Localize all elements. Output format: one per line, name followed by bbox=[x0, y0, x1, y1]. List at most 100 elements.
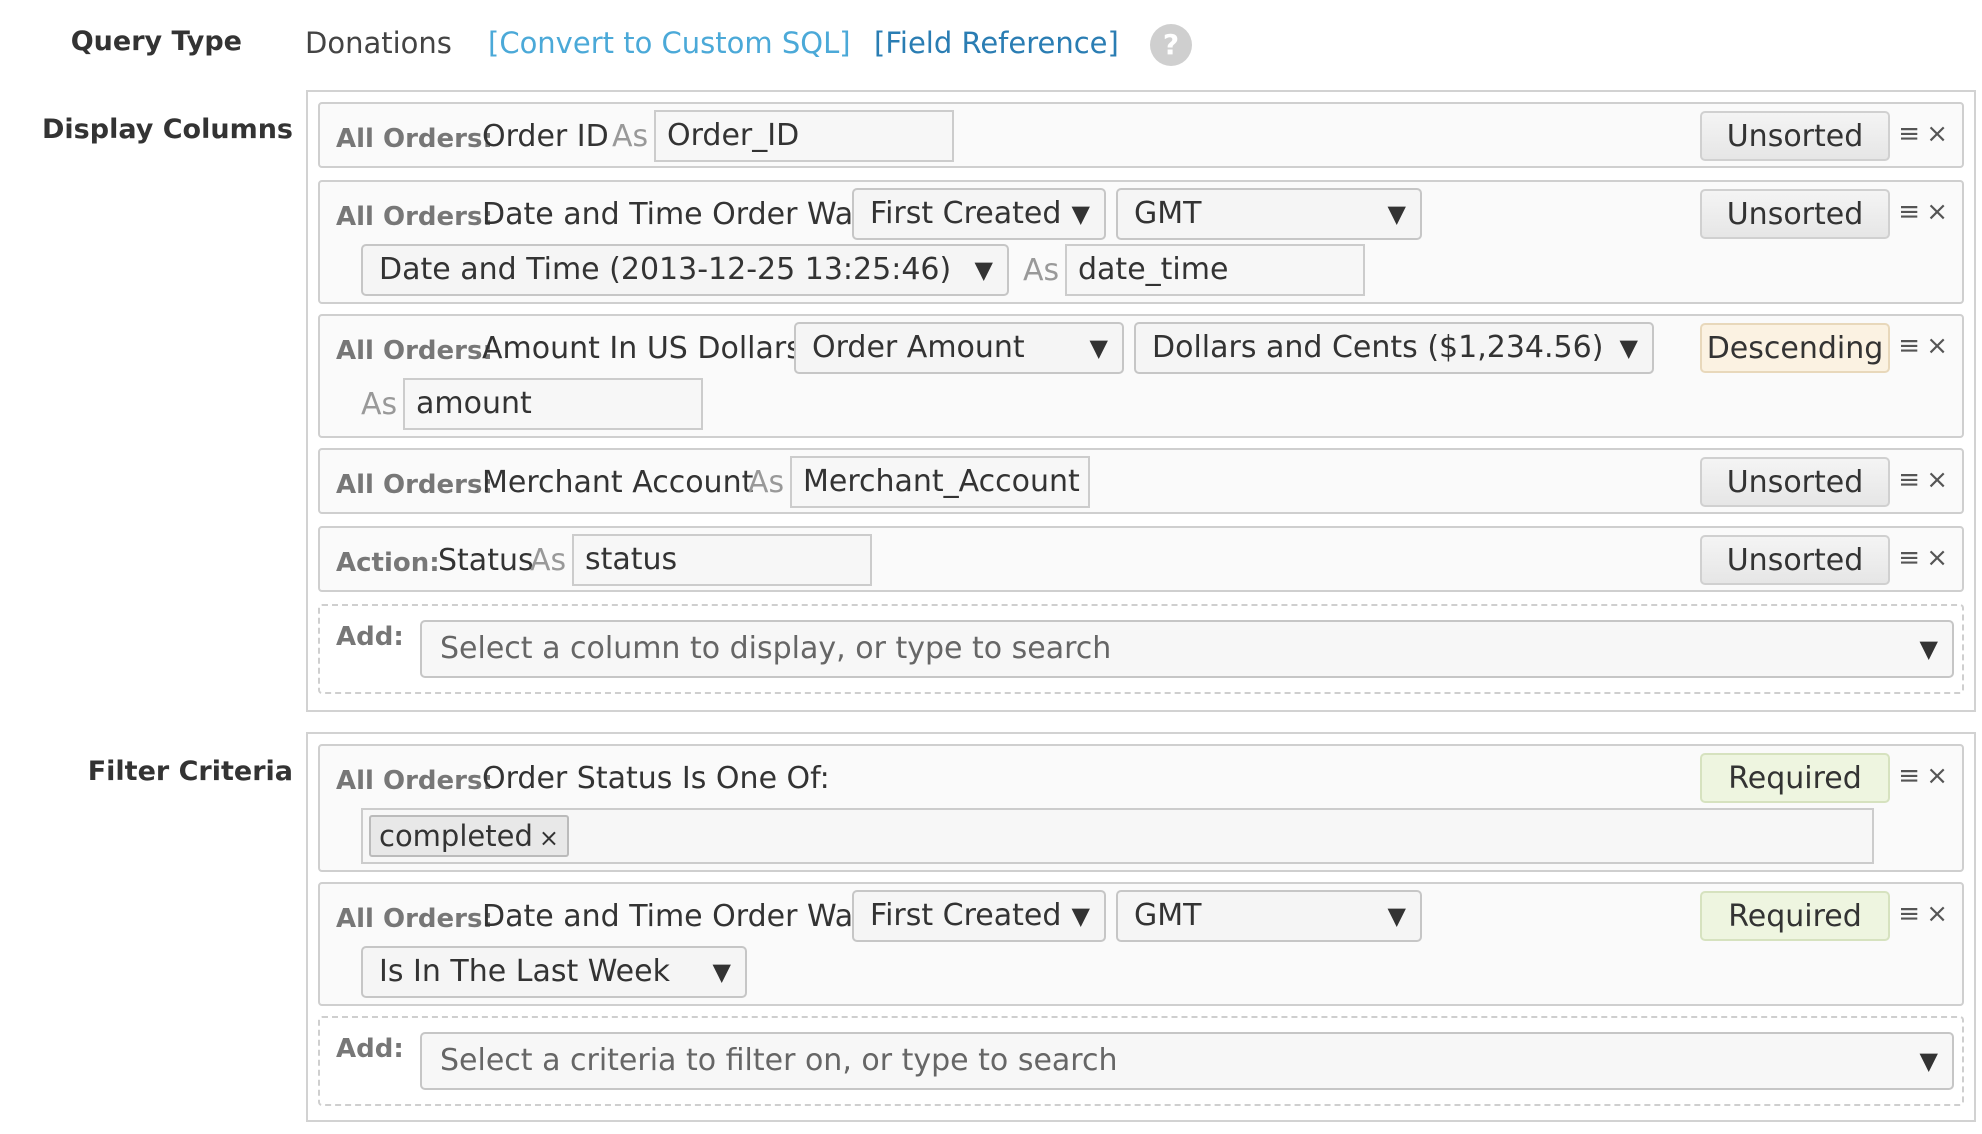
row-field-label: Order ID bbox=[482, 119, 609, 154]
row-field-label: Date and Time Order Was bbox=[482, 899, 869, 934]
remove-icon[interactable]: × bbox=[1926, 761, 1948, 791]
remove-icon[interactable]: × bbox=[1926, 197, 1948, 227]
required-button[interactable]: Required bbox=[1700, 753, 1890, 803]
caret-down-icon: ▼ bbox=[1089, 334, 1108, 362]
status-tag: completed × bbox=[369, 815, 569, 857]
display-column-row: All Orders: Date and Time Order Was Firs… bbox=[318, 180, 1964, 304]
date-format-select[interactable]: Date and Time (2013-12-25 13:25:46) ▼ bbox=[361, 244, 1009, 296]
select-value: Order Amount bbox=[812, 330, 1025, 365]
as-label: As bbox=[361, 387, 398, 422]
alias-input[interactable]: status bbox=[572, 534, 872, 586]
row-prefix: All Orders: bbox=[336, 470, 493, 500]
convert-to-custom-sql-link[interactable]: [Convert to Custom SQL] bbox=[488, 26, 851, 60]
sort-button[interactable]: Descending bbox=[1700, 323, 1890, 373]
sort-button[interactable]: Unsorted bbox=[1700, 111, 1890, 161]
row-field-label: Status bbox=[438, 543, 534, 578]
query-type-value: Donations bbox=[305, 26, 452, 60]
row-prefix: Action: bbox=[336, 548, 440, 578]
filter-criteria-panel: All Orders: Order Status Is One Of: comp… bbox=[306, 732, 1976, 1122]
caret-down-icon: ▼ bbox=[1919, 635, 1938, 663]
tag-label: completed bbox=[379, 819, 533, 853]
row-field-label: Amount In US Dollars bbox=[482, 331, 802, 366]
row-prefix: All Orders: bbox=[336, 124, 493, 154]
select-placeholder: Select a column to display, or type to s… bbox=[440, 631, 1112, 666]
caret-down-icon: ▼ bbox=[1619, 334, 1638, 362]
caret-down-icon: ▼ bbox=[712, 958, 731, 986]
row-field-label: Merchant Account bbox=[482, 465, 754, 500]
select-value: Date and Time (2013-12-25 13:25:46) bbox=[379, 252, 952, 287]
status-token-input[interactable]: completed × bbox=[361, 808, 1874, 864]
drag-handle-icon[interactable]: ≡ bbox=[1898, 119, 1920, 149]
date-range-select[interactable]: Is In The Last Week ▼ bbox=[361, 946, 747, 998]
alias-input[interactable]: date_time bbox=[1065, 244, 1365, 296]
caret-down-icon: ▼ bbox=[1387, 902, 1406, 930]
tag-remove-icon[interactable]: × bbox=[539, 824, 559, 852]
add-column-select[interactable]: Select a column to display, or type to s… bbox=[420, 620, 1954, 678]
row-prefix: All Orders: bbox=[336, 336, 493, 366]
display-column-row: Action: Status As status Unsorted ≡ × bbox=[318, 526, 1964, 592]
row-prefix: All Orders: bbox=[336, 904, 493, 934]
row-field-label: Date and Time Order Was bbox=[482, 197, 869, 232]
timezone-select[interactable]: GMT ▼ bbox=[1116, 890, 1422, 942]
caret-down-icon: ▼ bbox=[1387, 200, 1406, 228]
add-label: Add: bbox=[336, 1034, 404, 1064]
required-button[interactable]: Required bbox=[1700, 891, 1890, 941]
sort-button[interactable]: Unsorted bbox=[1700, 457, 1890, 507]
display-column-row: All Orders: Order ID As Order_ID Unsorte… bbox=[318, 102, 1964, 168]
row-prefix: All Orders: bbox=[336, 202, 493, 232]
select-value: First Created bbox=[870, 898, 1062, 933]
remove-icon[interactable]: × bbox=[1926, 119, 1948, 149]
select-value: GMT bbox=[1134, 898, 1202, 933]
query-type-label: Query Type bbox=[70, 26, 242, 57]
add-criteria-select[interactable]: Select a criteria to filter on, or type … bbox=[420, 1032, 1954, 1090]
alias-input[interactable]: Merchant_Account bbox=[790, 456, 1090, 508]
drag-handle-icon[interactable]: ≡ bbox=[1898, 543, 1920, 573]
filter-criteria-label: Filter Criteria bbox=[87, 756, 293, 787]
help-icon[interactable]: ? bbox=[1150, 24, 1192, 66]
display-columns-panel: All Orders: Order ID As Order_ID Unsorte… bbox=[306, 90, 1976, 712]
display-columns-label: Display Columns bbox=[42, 114, 293, 145]
remove-icon[interactable]: × bbox=[1926, 543, 1948, 573]
caret-down-icon: ▼ bbox=[1919, 1047, 1938, 1075]
add-criteria-row: Add: Select a criteria to filter on, or … bbox=[318, 1016, 1964, 1106]
select-value: Dollars and Cents ($1,234.56) bbox=[1152, 330, 1604, 365]
first-created-select[interactable]: First Created ▼ bbox=[852, 890, 1106, 942]
caret-down-icon: ▼ bbox=[1071, 200, 1090, 228]
display-column-row: All Orders: Amount In US Dollars Order A… bbox=[318, 314, 1964, 438]
add-column-row: Add: Select a column to display, or type… bbox=[318, 604, 1964, 694]
field-reference-link[interactable]: [Field Reference] bbox=[874, 26, 1119, 60]
sort-button[interactable]: Unsorted bbox=[1700, 189, 1890, 239]
drag-handle-icon[interactable]: ≡ bbox=[1898, 761, 1920, 791]
alias-input[interactable]: Order_ID bbox=[654, 110, 954, 162]
caret-down-icon: ▼ bbox=[974, 256, 993, 284]
remove-icon[interactable]: × bbox=[1926, 465, 1948, 495]
display-column-row: All Orders: Merchant Account As Merchant… bbox=[318, 448, 1964, 514]
remove-icon[interactable]: × bbox=[1926, 899, 1948, 929]
drag-handle-icon[interactable]: ≡ bbox=[1898, 331, 1920, 361]
as-label: As bbox=[748, 465, 785, 500]
as-label: As bbox=[1023, 253, 1060, 288]
add-label: Add: bbox=[336, 622, 404, 652]
drag-handle-icon[interactable]: ≡ bbox=[1898, 899, 1920, 929]
timezone-select[interactable]: GMT ▼ bbox=[1116, 188, 1422, 240]
drag-handle-icon[interactable]: ≡ bbox=[1898, 465, 1920, 495]
row-field-label: Order Status Is One Of: bbox=[482, 761, 830, 796]
select-value: GMT bbox=[1134, 196, 1202, 231]
select-value: First Created bbox=[870, 196, 1062, 231]
sort-button[interactable]: Unsorted bbox=[1700, 535, 1890, 585]
query-type-row: Query Type Donations [Convert to Custom … bbox=[0, 18, 1982, 68]
drag-handle-icon[interactable]: ≡ bbox=[1898, 197, 1920, 227]
row-prefix: All Orders: bbox=[336, 766, 493, 796]
filter-row: All Orders: Order Status Is One Of: comp… bbox=[318, 744, 1964, 872]
first-created-select[interactable]: First Created ▼ bbox=[852, 188, 1106, 240]
currency-format-select[interactable]: Dollars and Cents ($1,234.56) ▼ bbox=[1134, 322, 1654, 374]
select-value: Is In The Last Week bbox=[379, 954, 670, 989]
select-placeholder: Select a criteria to filter on, or type … bbox=[440, 1043, 1118, 1078]
remove-icon[interactable]: × bbox=[1926, 331, 1948, 361]
as-label: As bbox=[612, 119, 649, 154]
amount-field-select[interactable]: Order Amount ▼ bbox=[794, 322, 1124, 374]
caret-down-icon: ▼ bbox=[1071, 902, 1090, 930]
filter-row: All Orders: Date and Time Order Was Firs… bbox=[318, 882, 1964, 1006]
alias-input[interactable]: amount bbox=[403, 378, 703, 430]
as-label: As bbox=[530, 543, 567, 578]
